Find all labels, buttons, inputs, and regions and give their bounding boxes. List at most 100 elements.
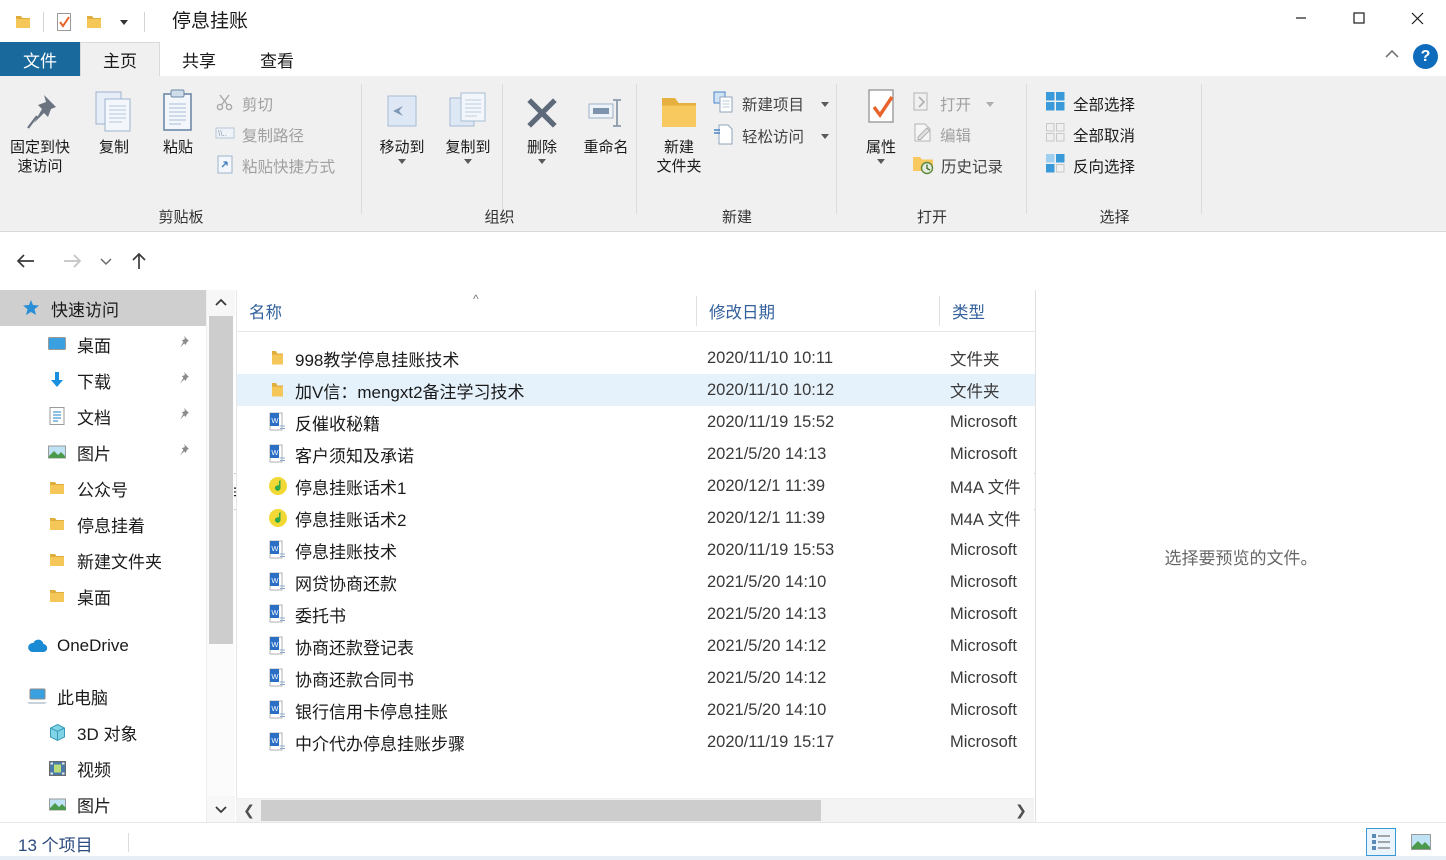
- scroll-down-icon[interactable]: [207, 796, 235, 822]
- new-item-button[interactable]: 新建项目: [713, 90, 830, 118]
- new-folder-icon[interactable]: [79, 7, 109, 37]
- table-row[interactable]: W 反催收秘籍 2020/11/19 15:52 Microsoft: [237, 406, 1035, 438]
- scroll-right-icon[interactable]: ❯: [1010, 799, 1032, 822]
- properties-button[interactable]: 属性: [849, 84, 913, 164]
- select-all-button[interactable]: 全部选择: [1045, 90, 1135, 118]
- move-to-caret-icon[interactable]: [398, 159, 406, 164]
- table-row[interactable]: W 网贷协商还款 2021/5/20 14:10 Microsoft: [237, 566, 1035, 598]
- paste-button[interactable]: 粘贴: [146, 84, 210, 157]
- sidebar-item-new-folder[interactable]: 新建文件夹: [0, 542, 206, 578]
- easy-access-button[interactable]: 轻松访问: [713, 122, 830, 150]
- file-name: 中介代办停息挂账步骤: [295, 734, 465, 754]
- word-doc-icon: W: [267, 443, 289, 465]
- open-button[interactable]: 打开: [912, 90, 995, 118]
- move-to-button[interactable]: 移动到: [370, 84, 434, 164]
- column-header-type[interactable]: 类型: [940, 290, 1035, 331]
- folder-icon[interactable]: [8, 7, 38, 37]
- copy-button[interactable]: 复制: [82, 84, 146, 157]
- sidebar-item-onedrive[interactable]: OneDrive: [0, 628, 206, 664]
- minimize-button[interactable]: [1272, 0, 1330, 36]
- table-row[interactable]: 998教学停息挂账技术 2020/11/10 10:11 文件夹: [237, 342, 1035, 374]
- select-none-icon: [1045, 122, 1066, 148]
- easy-access-caret-icon[interactable]: [821, 133, 830, 139]
- new-folder-button[interactable]: 新建 文件夹: [647, 84, 711, 176]
- table-row[interactable]: W 协商还款登记表 2021/5/20 14:12 Microsoft: [237, 630, 1035, 662]
- table-row[interactable]: W 委托书 2021/5/20 14:13 Microsoft: [237, 598, 1035, 630]
- column-header-date[interactable]: 修改日期: [697, 290, 940, 331]
- sidebar-item-downloads[interactable]: 下载: [0, 362, 206, 398]
- move-to-icon: [382, 84, 422, 134]
- quick-access-toolbar: [8, 6, 150, 38]
- copy-to-caret-icon[interactable]: [464, 159, 472, 164]
- pin-icon[interactable]: [175, 335, 190, 355]
- help-icon[interactable]: ?: [1413, 44, 1438, 69]
- tab-file[interactable]: 文件: [0, 42, 80, 76]
- sidebar-item-desktop[interactable]: 桌面: [0, 326, 206, 362]
- sidebar-scroll-thumb[interactable]: [209, 316, 233, 644]
- tab-share[interactable]: 共享: [160, 42, 238, 76]
- open-caret-icon[interactable]: [986, 101, 995, 107]
- edit-button[interactable]: 编辑: [912, 121, 971, 149]
- pin-icon[interactable]: [175, 443, 190, 463]
- scroll-left-icon[interactable]: ❮: [238, 799, 260, 822]
- sidebar-item-gongzhonghao[interactable]: 公众号: [0, 470, 206, 506]
- sidebar-item-desktop-folder[interactable]: 桌面: [0, 578, 206, 614]
- table-row[interactable]: W 中介代办停息挂账步骤 2020/11/19 15:17 Microsoft: [237, 726, 1035, 758]
- scroll-up-icon[interactable]: [207, 290, 235, 316]
- table-row[interactable]: W 协商还款合同书 2021/5/20 14:12 Microsoft: [237, 662, 1035, 694]
- file-name: 客户须知及承诺: [295, 446, 414, 466]
- up-button[interactable]: [125, 247, 153, 275]
- details-view-button[interactable]: [1366, 828, 1396, 856]
- tab-home[interactable]: 主页: [80, 42, 160, 76]
- sidebar-item-pictures[interactable]: 图片: [0, 434, 206, 470]
- horizontal-scroll-thumb[interactable]: [261, 800, 821, 821]
- table-row[interactable]: 停息挂账话术2 2020/12/1 11:39 M4A 文件: [237, 502, 1035, 534]
- sidebar-item-tingxiguazhe[interactable]: 停息挂着: [0, 506, 206, 542]
- table-row[interactable]: 停息挂账话术1 2020/12/1 11:39 M4A 文件: [237, 470, 1035, 502]
- back-button[interactable]: [12, 247, 40, 275]
- copy-to-label: 复制到: [445, 139, 491, 156]
- forward-button[interactable]: [58, 247, 86, 275]
- sidebar-item-videos[interactable]: 视频: [0, 750, 206, 786]
- sidebar-scrollbar[interactable]: [206, 290, 235, 822]
- sidebar-item-this-pc[interactable]: 此电脑: [0, 678, 206, 714]
- collapse-ribbon-button[interactable]: [1381, 46, 1403, 67]
- copy-to-button[interactable]: 复制到: [436, 84, 500, 164]
- properties-caret-icon[interactable]: [877, 159, 885, 164]
- sidebar-item-documents[interactable]: 文档: [0, 398, 206, 434]
- cut-button[interactable]: 剪切: [215, 90, 273, 118]
- sidebar-item-quick-access[interactable]: 快速访问: [0, 290, 206, 326]
- pin-icon[interactable]: [175, 371, 190, 391]
- properties-check-icon[interactable]: [49, 7, 79, 37]
- file-type: 文件夹: [950, 383, 1000, 401]
- close-button[interactable]: [1388, 0, 1446, 36]
- sidebar-item-3d-objects[interactable]: 3D 对象: [0, 714, 206, 750]
- tab-view[interactable]: 查看: [238, 42, 316, 76]
- maximize-button[interactable]: [1330, 0, 1388, 36]
- file-name: 网贷协商还款: [295, 574, 397, 594]
- table-row[interactable]: W 客户须知及承诺 2021/5/20 14:13 Microsoft: [237, 438, 1035, 470]
- svg-text:W: W: [271, 544, 279, 553]
- large-icons-view-button[interactable]: [1406, 828, 1436, 856]
- history-button[interactable]: 历史记录: [912, 152, 1003, 180]
- invert-selection-button[interactable]: 反向选择: [1045, 152, 1135, 180]
- customize-qat-caret[interactable]: [109, 7, 139, 37]
- paste-shortcut-button[interactable]: 粘贴快捷方式: [215, 152, 335, 180]
- copy-path-button[interactable]: \\.. 复制路径: [215, 121, 304, 149]
- recent-locations-button[interactable]: [95, 247, 117, 275]
- sidebar-label-documents: 文档: [77, 408, 111, 428]
- table-row[interactable]: 加V信：mengxt2备注学习技术 2020/11/10 10:12 文件夹: [237, 374, 1035, 406]
- new-item-caret-icon[interactable]: [821, 101, 830, 107]
- column-header-row: ^ 名称 修改日期 类型: [237, 290, 1035, 332]
- table-row[interactable]: W 停息挂账技术 2020/11/19 15:53 Microsoft: [237, 534, 1035, 566]
- pin-to-quick-access-button[interactable]: 固定到快 速访问: [8, 84, 72, 176]
- delete-caret-icon[interactable]: [538, 159, 546, 164]
- rename-button[interactable]: 重命名: [574, 84, 638, 157]
- pin-icon[interactable]: [175, 407, 190, 427]
- sidebar-item-pictures-pc[interactable]: 图片: [0, 786, 206, 822]
- file-list-horizontal-scrollbar[interactable]: ❮ ❯: [236, 798, 1034, 822]
- table-row[interactable]: W 银行信用卡停息挂账 2021/5/20 14:10 Microsoft: [237, 694, 1035, 726]
- column-header-name[interactable]: 名称: [237, 290, 697, 331]
- delete-button[interactable]: 删除: [510, 84, 574, 164]
- select-none-button[interactable]: 全部取消: [1045, 121, 1135, 149]
